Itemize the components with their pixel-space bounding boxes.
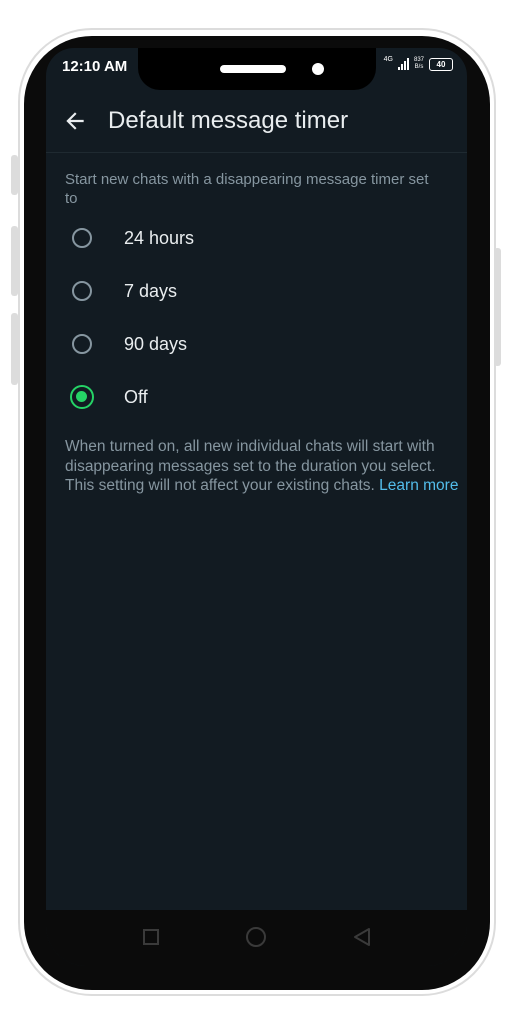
network-type: 4G xyxy=(383,55,393,63)
page-title: Default message timer xyxy=(108,107,349,134)
screen: 12:10 AM 4G 837 B/s 40 Default message t… xyxy=(46,48,467,966)
arrow-left-icon[interactable] xyxy=(62,108,88,134)
option-off[interactable]: Off xyxy=(46,377,467,430)
radio-button-icon[interactable] xyxy=(72,281,92,301)
status-icons: 4G 837 B/s 40 xyxy=(383,55,453,71)
camera-notch xyxy=(138,48,376,90)
triangle-back-icon[interactable] xyxy=(351,926,373,948)
network-speed-value: 837 xyxy=(413,57,424,63)
option-24-hours[interactable]: 24 hours xyxy=(46,218,467,271)
phone-side-button-left-middle xyxy=(11,226,18,296)
timer-options-group: 24 hours 7 days 90 days Off xyxy=(46,218,467,430)
option-90-days[interactable]: 90 days xyxy=(46,324,467,377)
speaker-icon xyxy=(220,65,286,73)
network-speed-unit: B/s xyxy=(414,64,424,70)
option-label: 24 hours xyxy=(124,228,195,248)
phone-side-button-right xyxy=(494,248,501,366)
option-label: 7 days xyxy=(124,281,178,301)
square-icon[interactable] xyxy=(143,929,159,945)
circle-icon[interactable] xyxy=(246,927,266,947)
signal-icon xyxy=(397,58,409,70)
option-label: Off xyxy=(124,387,148,407)
radio-button-icon[interactable] xyxy=(72,228,92,248)
radio-button-icon[interactable] xyxy=(72,334,92,354)
option-7-days[interactable]: 7 days xyxy=(46,271,467,324)
phone-side-button-left-top xyxy=(11,155,18,195)
battery-level: 40 xyxy=(436,59,446,69)
network-speed: 837 B/s xyxy=(414,57,424,71)
radio-button-selected-icon[interactable] xyxy=(70,385,94,409)
option-label: 90 days xyxy=(124,334,188,354)
options-subtitle: Start new chats with a disappearing mess… xyxy=(65,171,429,207)
learn-more-link[interactable]: Learn more xyxy=(379,477,458,494)
battery-icon: 40 xyxy=(429,57,453,71)
phone-side-button-left-bottom xyxy=(11,313,18,385)
app-bar: Default message timer xyxy=(46,92,467,153)
status-time: 12:10 AM xyxy=(62,58,128,75)
system-nav-bar xyxy=(46,910,467,966)
camera-icon xyxy=(312,63,324,75)
description-text: When turned on, all new individual chats… xyxy=(65,437,460,496)
